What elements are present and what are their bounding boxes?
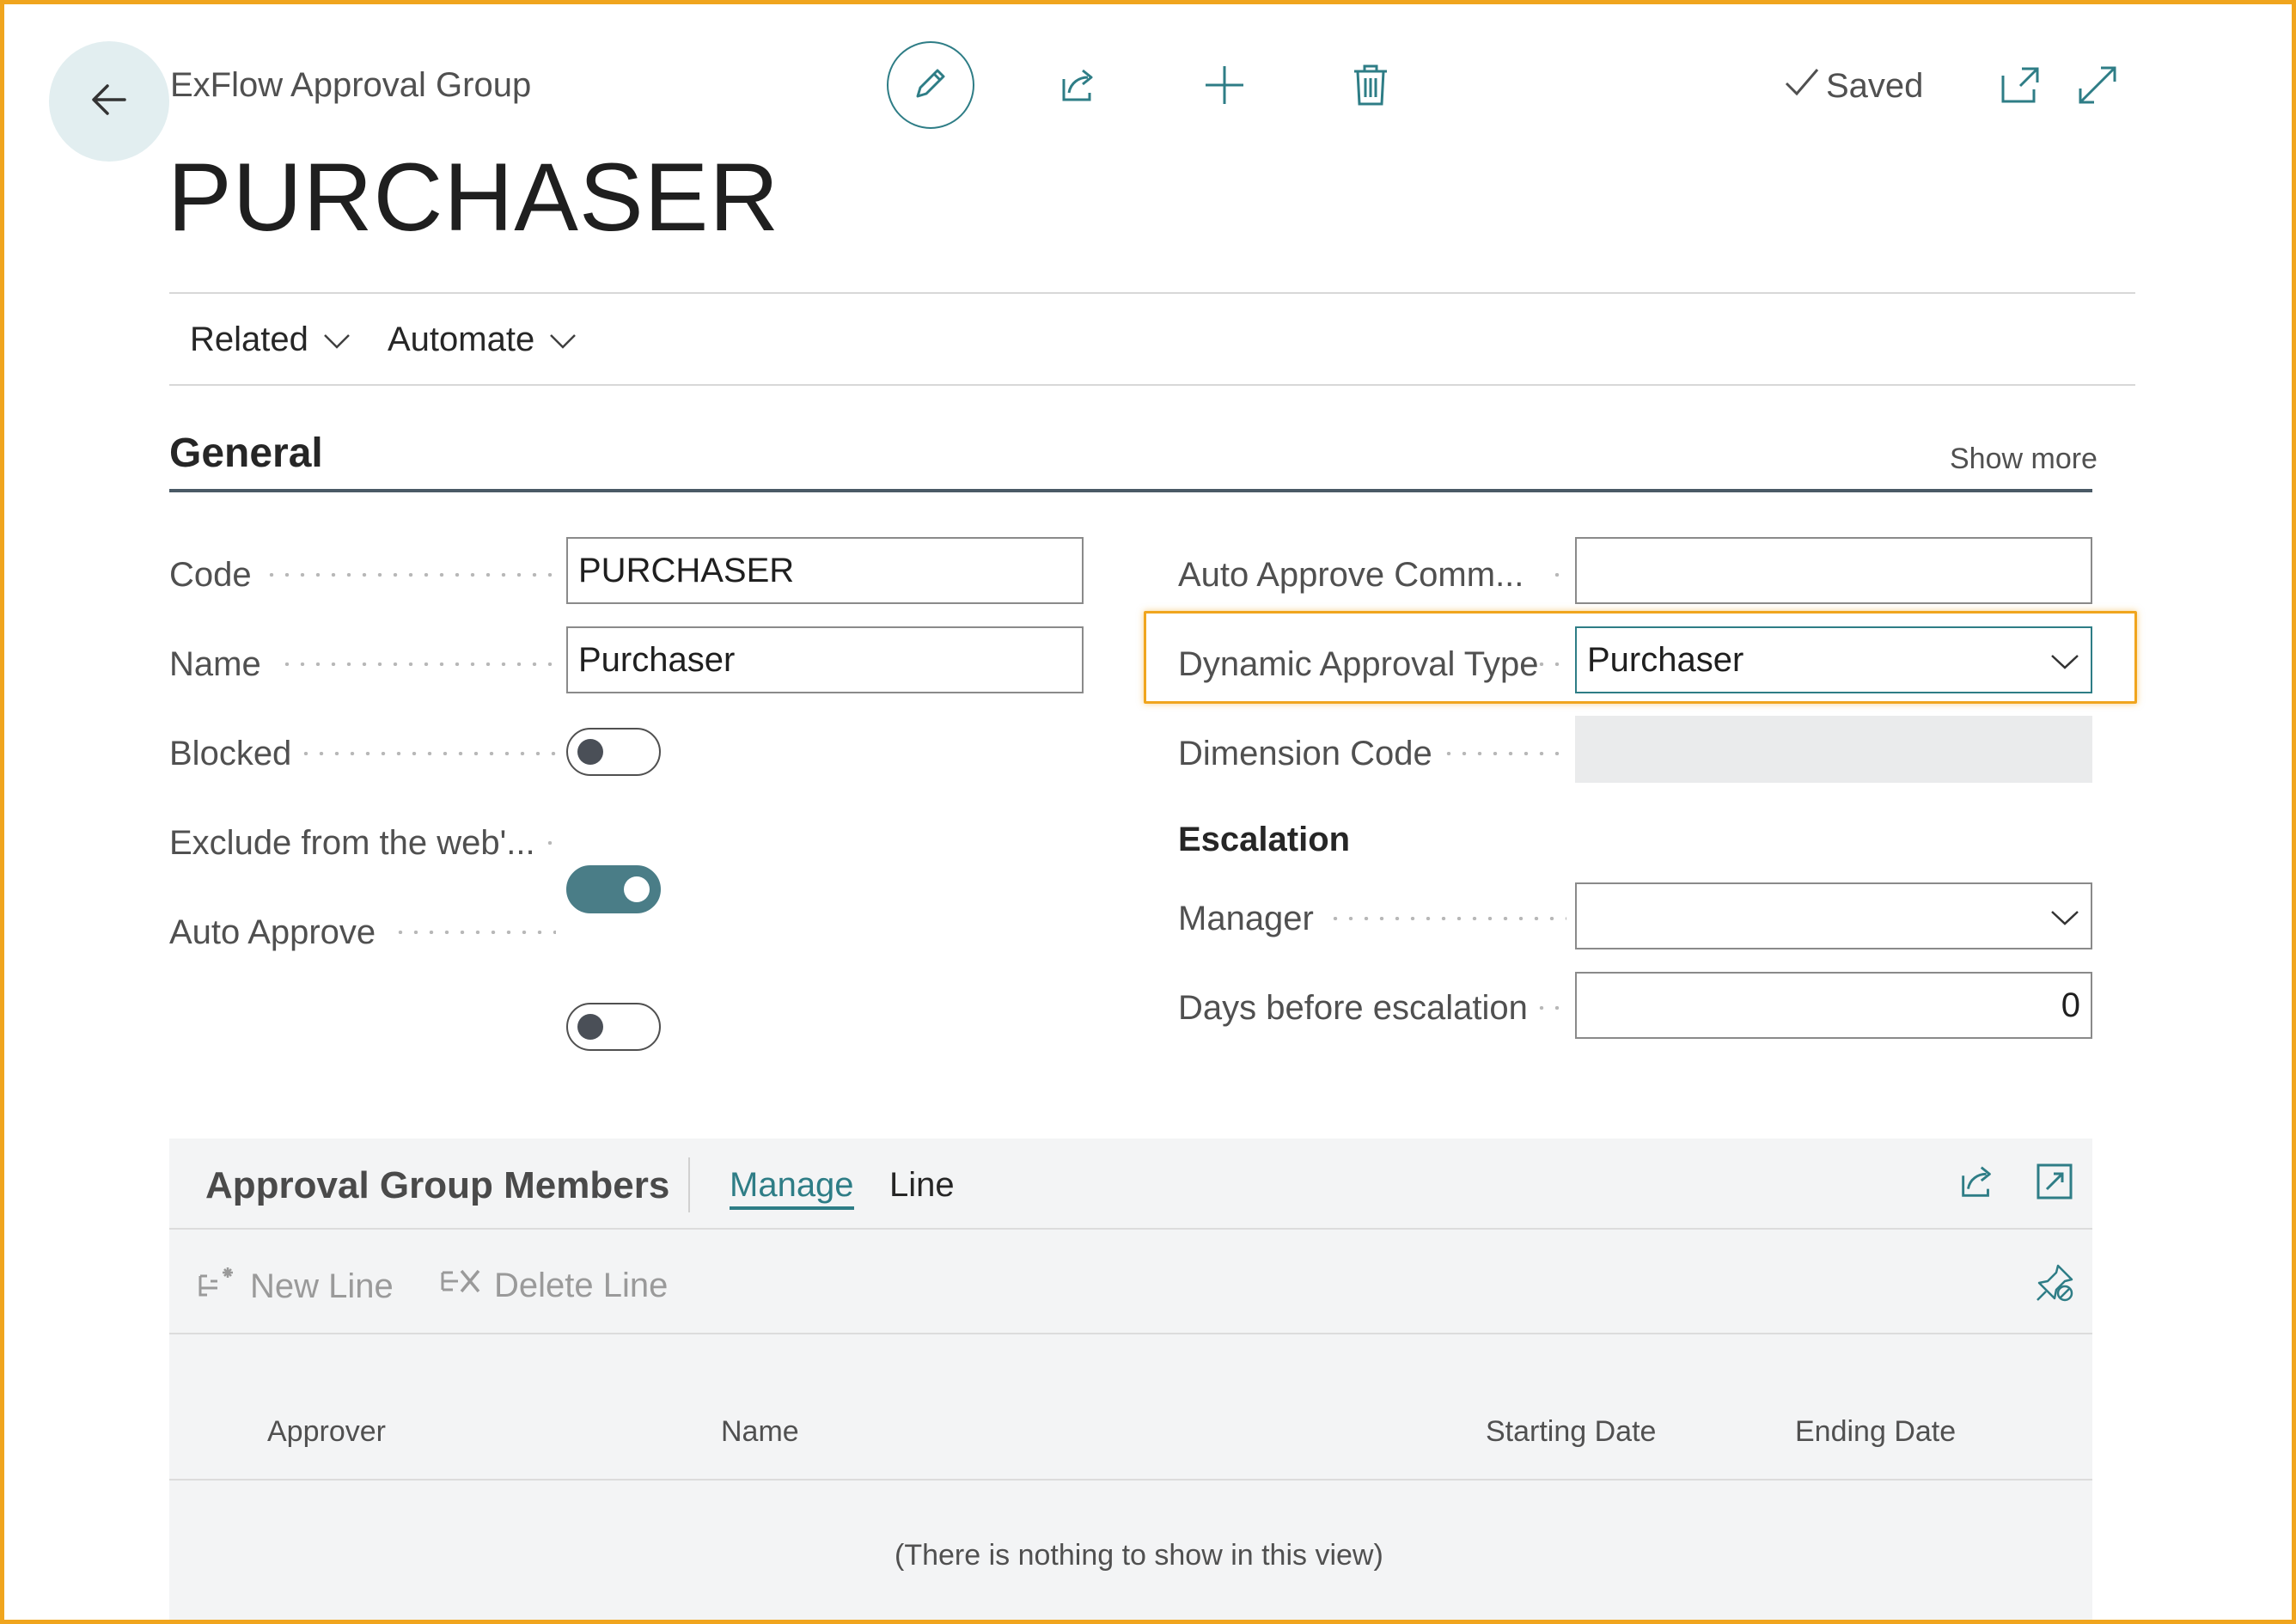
blocked-label: Blocked — [169, 735, 292, 772]
plus-icon — [1202, 63, 1247, 112]
saved-status: Saved — [1783, 64, 1923, 107]
tab-manage[interactable]: Manage — [730, 1166, 854, 1210]
leader-dots — [1549, 573, 1566, 577]
code-label: Code — [169, 556, 252, 594]
new-line-icon — [198, 1264, 238, 1309]
auto-approve-label: Auto Approve — [169, 913, 376, 951]
leader-dots — [264, 573, 556, 577]
saved-label: Saved — [1826, 66, 1924, 105]
back-arrow-icon — [85, 76, 133, 128]
section-title-general: General — [169, 430, 323, 476]
days-before-escalation-field[interactable]: 0 — [1575, 972, 2092, 1039]
leader-dots — [1328, 917, 1566, 920]
part-expand-button[interactable] — [2020, 1149, 2089, 1218]
open-new-window-icon — [2000, 65, 2041, 109]
part-title: Approval Group Members — [205, 1164, 670, 1206]
manager-select[interactable] — [1575, 882, 2092, 949]
toggle-knob — [577, 1014, 603, 1040]
chevron-down-icon — [548, 321, 577, 359]
delete-line-label: Delete Line — [494, 1266, 669, 1304]
column-header-approver[interactable]: Approver — [267, 1415, 386, 1449]
new-line-button[interactable]: New Line — [198, 1264, 394, 1309]
leader-dots — [279, 662, 556, 666]
share-icon — [1957, 1161, 1998, 1206]
page-frame: ExFlow Approval Group Saved PURCHASER Re… — [0, 0, 2296, 1624]
share-icon — [1057, 64, 1100, 111]
name-label: Name — [169, 645, 261, 683]
delete-line-icon — [441, 1264, 482, 1307]
expand-box-icon — [2035, 1162, 2074, 1206]
new-line-label: New Line — [250, 1267, 394, 1305]
leader-dots — [542, 841, 556, 845]
expand-icon — [2077, 64, 2118, 110]
section-rule — [169, 489, 2092, 492]
expand-button[interactable] — [2063, 52, 2132, 121]
breadcrumb: ExFlow Approval Group — [170, 66, 532, 104]
days-before-escalation-label: Days before escalation — [1178, 989, 1528, 1027]
column-header-starting-date[interactable]: Starting Date — [1486, 1415, 1656, 1449]
menu-related[interactable]: Related — [190, 321, 351, 359]
dynamic-approval-type-label: Dynamic Approval Type — [1178, 645, 1539, 683]
column-header-ending-date[interactable]: Ending Date — [1795, 1415, 1956, 1449]
auto-approve-toggle[interactable] — [566, 1003, 661, 1051]
edit-button[interactable] — [887, 41, 974, 129]
chevron-down-icon — [322, 321, 351, 359]
exclude-web-label: Exclude from the web'... — [169, 824, 535, 862]
divider — [169, 384, 2135, 386]
column-header-name[interactable]: Name — [721, 1415, 799, 1449]
leader-dots — [1534, 1006, 1566, 1010]
new-button[interactable] — [1190, 52, 1259, 121]
pencil-icon — [909, 62, 952, 109]
dimension-code-field — [1575, 716, 2092, 783]
toggle-knob — [624, 876, 650, 902]
part-share-button[interactable] — [1943, 1149, 2012, 1218]
blocked-toggle[interactable] — [566, 728, 661, 776]
leader-dots — [393, 931, 556, 934]
divider — [169, 292, 2135, 294]
name-field[interactable]: Purchaser — [566, 626, 1084, 693]
checkmark-icon — [1783, 64, 1821, 107]
show-more-link[interactable]: Show more — [1950, 443, 2098, 476]
divider — [169, 1479, 2092, 1481]
divider — [169, 1228, 2092, 1230]
tab-line[interactable]: Line — [889, 1166, 955, 1205]
dynamic-approval-type-value: Purchaser — [1587, 640, 1744, 679]
auto-approve-comment-label: Auto Approve Comm... — [1178, 556, 1524, 594]
delete-line-button[interactable]: Delete Line — [441, 1264, 668, 1307]
toggle-knob — [577, 739, 603, 765]
divider — [169, 1333, 2092, 1334]
chevron-down-icon — [2049, 897, 2080, 936]
unpin-icon — [2034, 1262, 2075, 1308]
dynamic-approval-type-select[interactable]: Purchaser — [1575, 626, 2092, 693]
menu-related-label: Related — [190, 321, 308, 358]
code-field[interactable]: PURCHASER — [566, 537, 1084, 604]
empty-state-message: (There is nothing to show in this view) — [895, 1539, 1383, 1572]
auto-approve-comment-field[interactable] — [1575, 537, 2092, 604]
leader-dots — [1534, 662, 1566, 666]
leader-dots — [1441, 752, 1566, 755]
manager-label: Manager — [1178, 900, 1314, 937]
divider — [688, 1157, 690, 1212]
chevron-down-icon — [2049, 641, 2080, 680]
menu-automate-label: Automate — [388, 321, 535, 358]
escalation-heading: Escalation — [1178, 821, 1351, 858]
pin-button[interactable] — [2020, 1250, 2089, 1319]
exclude-web-toggle[interactable] — [566, 865, 661, 913]
leader-dots — [298, 752, 556, 755]
open-new-window-button[interactable] — [1986, 52, 2055, 121]
share-button[interactable] — [1044, 52, 1113, 121]
delete-button[interactable] — [1336, 52, 1405, 121]
page-title: PURCHASER — [168, 143, 780, 251]
trash-icon — [1351, 63, 1390, 112]
dimension-code-label: Dimension Code — [1178, 735, 1432, 772]
menu-automate[interactable]: Automate — [388, 321, 577, 359]
back-button[interactable] — [49, 41, 169, 162]
